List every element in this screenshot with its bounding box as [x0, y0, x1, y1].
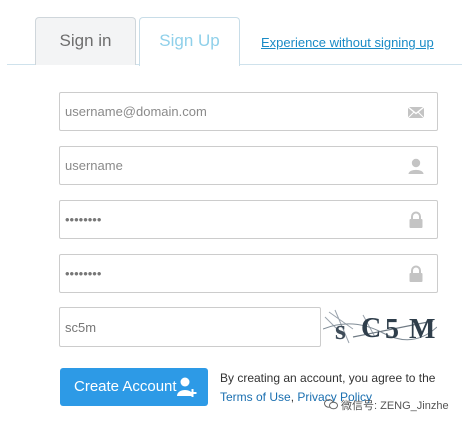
add-user-icon [177, 377, 197, 397]
wechat-icon [324, 399, 338, 410]
username-field-container [59, 146, 438, 185]
user-icon [408, 158, 424, 174]
email-field-container [59, 92, 438, 131]
lock-icon [409, 265, 423, 282]
password-field-container [59, 200, 438, 239]
svg-text:M: M [409, 314, 435, 345]
tab-sign-in[interactable]: Sign in [35, 17, 136, 65]
terms-of-use-link[interactable]: Terms of Use [220, 390, 291, 404]
watermark: 微信号: ZENG_Jinzhe [324, 397, 449, 413]
watermark-text: 微信号: ZENG_Jinzhe [341, 400, 449, 412]
captcha-input[interactable] [60, 308, 305, 346]
confirm-password-input[interactable] [60, 255, 385, 292]
lock-icon [409, 211, 423, 228]
svg-text:C: C [361, 313, 381, 344]
experience-without-signing-up-link[interactable]: Experience without signing up [261, 35, 434, 50]
tab-sign-up[interactable]: Sign Up [139, 17, 240, 66]
captcha-field-container [59, 307, 321, 347]
svg-text:s: s [335, 315, 346, 346]
confirm-password-field-container [59, 254, 438, 293]
username-input[interactable] [60, 147, 385, 184]
create-account-label: Create Account [74, 378, 177, 395]
terms-prefix: By creating an account, you agree to the [220, 371, 436, 385]
email-input[interactable] [60, 93, 385, 130]
svg-text:5: 5 [385, 314, 399, 345]
password-input[interactable] [60, 201, 385, 238]
create-account-button[interactable]: Create Account [60, 368, 208, 406]
envelope-icon [407, 106, 425, 119]
captcha-image[interactable]: s C 5 M [323, 307, 437, 347]
